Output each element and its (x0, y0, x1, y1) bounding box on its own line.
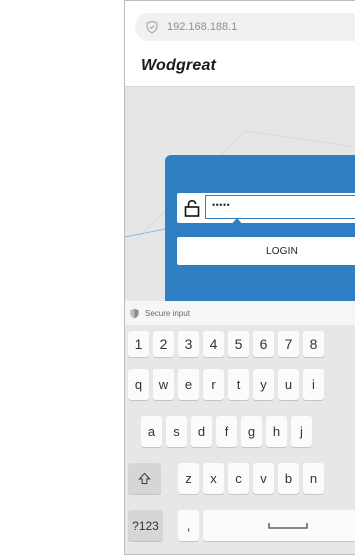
key-3[interactable]: 3 (178, 331, 199, 357)
key-r[interactable]: r (203, 369, 224, 400)
password-input[interactable]: ••••• (205, 195, 355, 219)
key-5[interactable]: 5 (228, 331, 249, 357)
app-header: Wodgreat (125, 49, 355, 87)
key-2[interactable]: 2 (153, 331, 174, 357)
shield-icon (146, 20, 158, 34)
space-key[interactable] (203, 510, 355, 541)
cursor-handle-icon[interactable] (226, 217, 248, 241)
key-4[interactable]: 4 (203, 331, 224, 357)
key-y[interactable]: y (253, 369, 274, 400)
url-text: 192.168.188.1 (167, 21, 238, 33)
key-d[interactable]: d (191, 416, 212, 447)
key-z[interactable]: z (178, 463, 199, 494)
key-h[interactable]: h (266, 416, 287, 447)
key-e[interactable]: e (178, 369, 199, 400)
address-bar[interactable]: 192.168.188.1 (135, 13, 355, 41)
key-7[interactable]: 7 (278, 331, 299, 357)
browser-toolbar: 192.168.188.1 (125, 1, 355, 49)
key-w[interactable]: w (153, 369, 174, 400)
secure-input-label: Secure input (145, 308, 190, 318)
key-c[interactable]: c (228, 463, 249, 494)
key-i[interactable]: i (303, 369, 324, 400)
key-1[interactable]: 1 (128, 331, 149, 357)
key-g[interactable]: g (241, 416, 262, 447)
key-n[interactable]: n (303, 463, 324, 494)
login-card: ••••• LOGIN (165, 155, 355, 301)
key-x[interactable]: x (203, 463, 224, 494)
key-t[interactable]: t (228, 369, 249, 400)
key-a[interactable]: a (141, 416, 162, 447)
key-b[interactable]: b (278, 463, 299, 494)
key-j[interactable]: j (291, 416, 312, 447)
password-row: ••••• (177, 193, 355, 223)
shift-icon (138, 472, 151, 485)
key-v[interactable]: v (253, 463, 274, 494)
key-q[interactable]: q (128, 369, 149, 400)
comma-key[interactable]: , (178, 510, 199, 541)
key-u[interactable]: u (278, 369, 299, 400)
key-8[interactable]: 8 (303, 331, 324, 357)
phone-screen: 192.168.188.1 Wodgreat ••••• LOGIN Secur… (124, 0, 355, 555)
secure-shield-icon (130, 308, 139, 318)
space-icon (268, 522, 308, 529)
symbols-key[interactable]: ?123 (128, 510, 163, 541)
key-s[interactable]: s (166, 416, 187, 447)
key-f[interactable]: f (216, 416, 237, 447)
shift-key[interactable] (128, 463, 161, 494)
lock-icon (184, 199, 200, 217)
secure-input-bar: Secure input (125, 301, 355, 325)
soft-keyboard: Secure input 1 2 3 4 5 6 7 8 q w e r t y… (125, 301, 355, 554)
login-button[interactable]: LOGIN (177, 237, 355, 265)
key-6[interactable]: 6 (253, 331, 274, 357)
brand-logo: Wodgreat (141, 57, 217, 74)
